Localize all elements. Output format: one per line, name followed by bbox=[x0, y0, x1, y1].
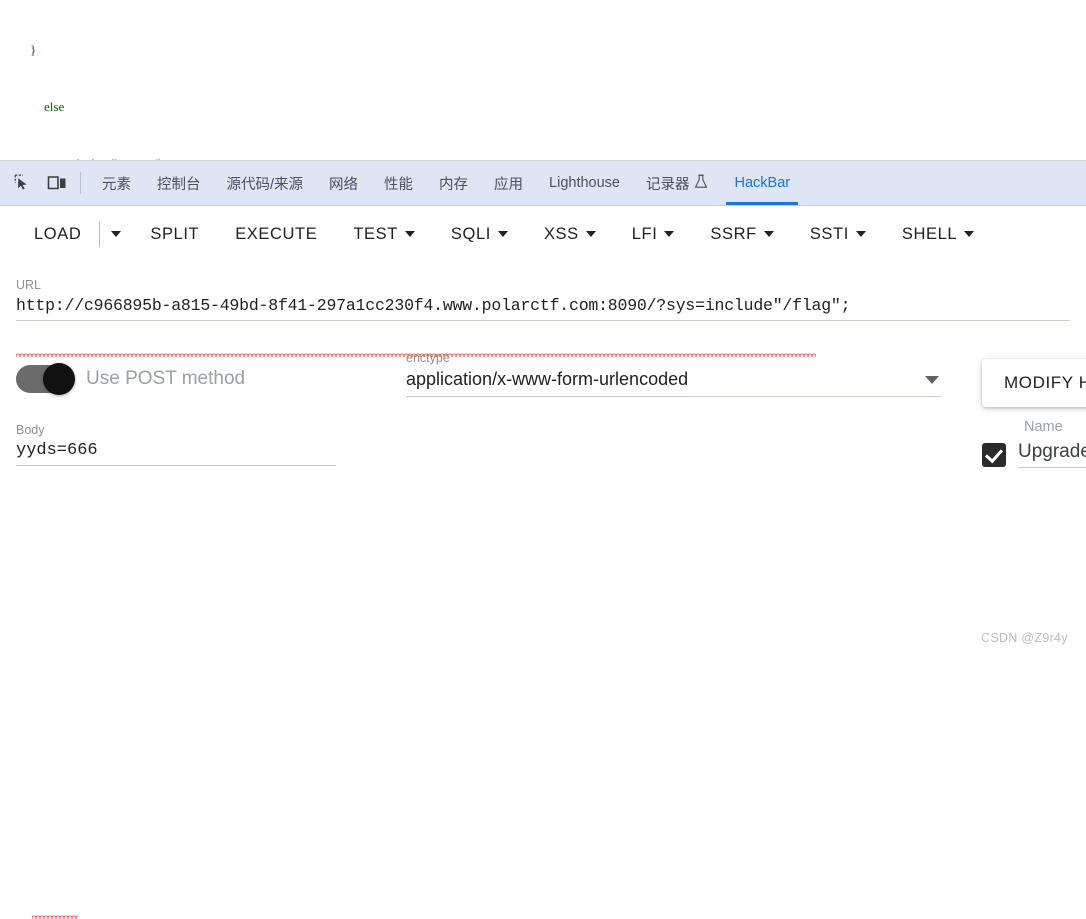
test-menu-button[interactable]: TEST bbox=[335, 216, 433, 252]
device-toolbar-icon[interactable] bbox=[40, 161, 74, 205]
toolbar-divider bbox=[80, 172, 81, 194]
devtools-panel: 元素 控制台 源代码/来源 网络 性能 内存 应用 Lighthouse 记录器… bbox=[0, 160, 1086, 919]
toggle-knob bbox=[43, 363, 75, 395]
body-field-group: Body yyds=666 bbox=[16, 423, 406, 919]
tab-application[interactable]: 应用 bbox=[481, 161, 536, 205]
body-input[interactable]: yyds=666 bbox=[16, 441, 336, 466]
tab-console[interactable]: 控制台 bbox=[144, 161, 214, 205]
method-and-enctype-row: Use POST method enctype application/x-ww… bbox=[16, 351, 1086, 407]
chevron-down-icon bbox=[855, 231, 866, 237]
code-line: else bbox=[0, 97, 1086, 116]
inspect-element-icon[interactable] bbox=[6, 161, 40, 205]
execute-button-label: EXECUTE bbox=[235, 224, 318, 243]
ssrf-menu-button[interactable]: SSRF bbox=[692, 216, 791, 252]
enctype-field-group: enctype application/x-www-form-urlencode… bbox=[406, 351, 941, 397]
body-label: Body bbox=[16, 423, 45, 437]
header-name-input[interactable]: Upgrade-Insecure-Requests bbox=[1018, 441, 1086, 468]
load-dropdown-caret-icon[interactable] bbox=[100, 216, 132, 252]
use-post-method-toggle[interactable] bbox=[16, 363, 75, 395]
shell-button-label: SHELL bbox=[901, 224, 958, 243]
modify-header-button-label: MODIFY HEADER bbox=[1004, 373, 1086, 392]
chevron-down-icon bbox=[763, 231, 774, 237]
tab-label: Lighthouse bbox=[549, 175, 620, 191]
sqli-button-label: SQLI bbox=[450, 224, 491, 243]
tab-label: 性能 bbox=[384, 176, 414, 193]
hackbar-form: URL http://c966895b-a815-49bd-8f41-297a1… bbox=[0, 278, 1086, 919]
url-field-group: URL http://c966895b-a815-49bd-8f41-297a1… bbox=[16, 278, 1070, 357]
header-enabled-checkbox[interactable] bbox=[982, 442, 1006, 467]
tab-elements[interactable]: 元素 bbox=[89, 161, 144, 205]
chevron-down-icon bbox=[497, 231, 508, 237]
chevron-down-icon bbox=[925, 375, 939, 384]
enctype-selected-value: application/x-www-form-urlencoded bbox=[406, 369, 689, 389]
body-and-headers-row: Body yyds=666 Name Upgrade-Insecure-Requ… bbox=[16, 419, 1086, 919]
php-source-output: } else {echo "nonono"; } bbox=[0, 0, 1086, 160]
headers-column: Name Upgrade-Insecure-Requests bbox=[982, 419, 1086, 468]
chevron-down-icon bbox=[404, 231, 415, 237]
ssti-button-label: SSTI bbox=[809, 224, 849, 243]
post-method-toggle-group: Use POST method bbox=[16, 363, 406, 397]
csdn-watermark: CSDN @Z9r4y bbox=[981, 631, 1068, 645]
tab-hackbar[interactable]: HackBar bbox=[721, 161, 803, 205]
xss-button-label: XSS bbox=[543, 224, 579, 243]
tab-label: 元素 bbox=[102, 176, 131, 193]
enctype-select[interactable]: application/x-www-form-urlencoded bbox=[406, 369, 941, 397]
hackbar-toolbar: LOAD SPLIT EXECUTE TEST SQLI XSS LFI SSR… bbox=[0, 206, 1086, 262]
sqli-menu-button[interactable]: SQLI bbox=[433, 216, 526, 252]
chevron-down-icon bbox=[664, 231, 675, 237]
code-line: } bbox=[0, 40, 1086, 59]
modify-header-button[interactable]: MODIFY HEADER bbox=[982, 359, 1086, 407]
ssti-menu-button[interactable]: SSTI bbox=[792, 216, 884, 252]
test-button-label: TEST bbox=[353, 224, 398, 243]
lfi-menu-button[interactable]: LFI bbox=[614, 216, 693, 252]
tab-performance[interactable]: 性能 bbox=[371, 161, 426, 205]
load-button[interactable]: LOAD bbox=[16, 216, 99, 252]
chevron-down-icon bbox=[964, 231, 975, 237]
tab-label: 源代码/来源 bbox=[226, 176, 304, 193]
tab-sources[interactable]: 源代码/来源 bbox=[214, 161, 317, 205]
header-row: Upgrade-Insecure-Requests bbox=[982, 441, 1086, 468]
tab-label: 内存 bbox=[439, 176, 469, 193]
split-button[interactable]: SPLIT bbox=[132, 216, 217, 252]
execute-button[interactable]: EXECUTE bbox=[217, 216, 335, 252]
enctype-label: enctype bbox=[406, 351, 450, 365]
tab-label: HackBar bbox=[734, 175, 791, 191]
tab-label: 应用 bbox=[494, 176, 524, 193]
devtools-tabstrip: 元素 控制台 源代码/来源 网络 性能 内存 应用 Lighthouse 记录器… bbox=[0, 161, 1086, 206]
ssrf-button-label: SSRF bbox=[710, 224, 757, 243]
use-post-method-label: Use POST method bbox=[86, 368, 246, 389]
spellcheck-squiggle bbox=[32, 915, 78, 919]
tab-memory[interactable]: 内存 bbox=[426, 161, 481, 205]
tab-network[interactable]: 网络 bbox=[316, 161, 371, 205]
url-label: URL bbox=[16, 278, 42, 292]
code-token: } bbox=[30, 42, 37, 57]
lfi-button-label: LFI bbox=[631, 224, 658, 243]
url-input[interactable]: http://c966895b-a815-49bd-8f41-297a1cc23… bbox=[16, 296, 1070, 321]
flask-icon bbox=[694, 174, 708, 193]
header-name-column-label: Name bbox=[1024, 419, 1063, 435]
browser-page-content: } else {echo "nonono"; } ?> flag{j6856fd… bbox=[0, 0, 1086, 160]
tab-label: 网络 bbox=[329, 176, 359, 193]
load-button-label: LOAD bbox=[34, 224, 82, 243]
tab-label: 记录器 bbox=[645, 176, 690, 193]
tab-label: 控制台 bbox=[157, 176, 201, 193]
shell-menu-button[interactable]: SHELL bbox=[884, 216, 992, 252]
xss-menu-button[interactable]: XSS bbox=[526, 216, 614, 252]
code-token: else bbox=[44, 99, 65, 114]
split-button-label: SPLIT bbox=[150, 224, 200, 243]
tab-lighthouse[interactable]: Lighthouse bbox=[536, 161, 633, 205]
chevron-down-icon bbox=[585, 231, 596, 237]
tab-recorder[interactable]: 记录器 bbox=[633, 161, 722, 205]
